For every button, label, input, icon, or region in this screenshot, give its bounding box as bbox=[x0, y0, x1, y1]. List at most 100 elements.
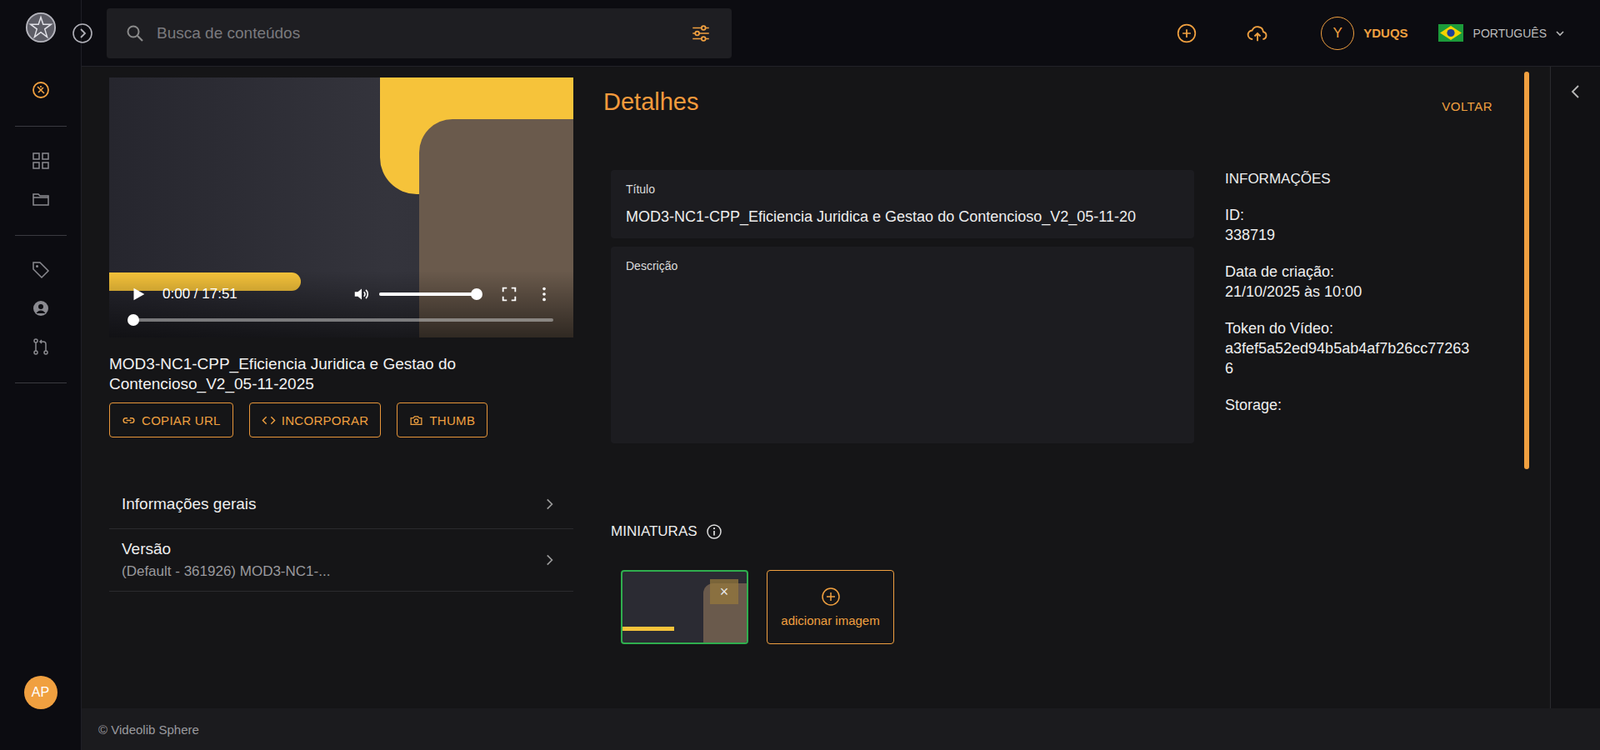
info-item: Token do Vídeo:a3fef5a52ed94b5ab4af7b26c… bbox=[1225, 318, 1475, 379]
sidebar-group bbox=[21, 141, 60, 219]
more-options-icon[interactable] bbox=[535, 285, 554, 304]
expand-icon[interactable] bbox=[71, 22, 94, 45]
field-value[interactable]: MOD3-NC1-CPP_Eficiencia Juridica e Gesta… bbox=[625, 206, 1180, 227]
chevron-right-icon[interactable] bbox=[541, 496, 557, 512]
field-label: Título bbox=[625, 181, 1180, 197]
remove-thumbnail-button[interactable]: × bbox=[710, 579, 739, 605]
details-row: Título MOD3-NC1-CPP_Eficiencia Juridica e… bbox=[610, 170, 1493, 444]
camera-icon bbox=[409, 413, 424, 428]
account-avatar[interactable]: Y bbox=[1320, 16, 1355, 50]
details-title: Detalhes bbox=[603, 86, 699, 117]
top-bar: Busca de conteúdos Y YDUQS PORTUGUÊS bbox=[81, 0, 1600, 67]
volume-icon[interactable] bbox=[352, 285, 371, 304]
dashboard-icon[interactable] bbox=[30, 150, 51, 171]
sidebar-item[interactable] bbox=[21, 327, 60, 366]
player-time: 0:00 / 17:51 bbox=[162, 285, 238, 303]
player-controls: 0:00 / 17:51 bbox=[109, 270, 574, 338]
git-branch-icon[interactable] bbox=[30, 336, 51, 357]
code-icon bbox=[261, 413, 276, 428]
logo-icon[interactable] bbox=[25, 11, 57, 44]
accordion-label[interactable]: Informações gerais bbox=[121, 494, 257, 515]
add-icon bbox=[820, 586, 841, 607]
sidebar-item[interactable] bbox=[21, 70, 60, 110]
thumbnails-title: MINIATURAS bbox=[610, 520, 698, 543]
user-icon[interactable] bbox=[30, 298, 51, 319]
controls-row: 0:00 / 17:51 bbox=[129, 283, 554, 305]
body: 0:00 / 17:51 MOD3-NC1-CPP_Eficiencia Juri… bbox=[81, 66, 1600, 709]
tag-icon[interactable] bbox=[30, 260, 51, 280]
sidebar-divider bbox=[15, 382, 67, 384]
video-player[interactable]: 0:00 / 17:51 bbox=[109, 77, 574, 338]
info-label: ID: bbox=[1225, 205, 1475, 225]
add-image-button[interactable]: adicionar imagem bbox=[766, 570, 895, 645]
info-panel: INFORMAÇÕES ID:338719 Data de criação:21/1… bbox=[1225, 170, 1475, 415]
add-circle-icon[interactable] bbox=[1175, 22, 1198, 45]
info-heading: INFORMAÇÕES bbox=[1225, 170, 1475, 189]
link-icon bbox=[121, 413, 136, 428]
action-button[interactable]: INCORPORAR bbox=[249, 402, 382, 438]
info-value: a3fef5a52ed94b5ab4af7b26cc772636 bbox=[1225, 338, 1475, 379]
footer-text: © Videolib Sphere bbox=[98, 722, 200, 737]
user-avatar[interactable]: AP bbox=[24, 675, 58, 710]
video-actions: COPIAR URL INCORPORAR THUMB bbox=[109, 402, 574, 438]
account-menu[interactable]: Y YDUQS bbox=[1320, 16, 1408, 50]
logo[interactable] bbox=[0, 0, 81, 67]
info-label: Storage: bbox=[1225, 395, 1475, 415]
main-panel: 0:00 / 17:51 MOD3-NC1-CPP_Eficiencia Juri… bbox=[81, 66, 1550, 709]
sidebar-group bbox=[21, 70, 60, 110]
text-field[interactable]: Título MOD3-NC1-CPP_Eficiencia Juridica e… bbox=[610, 170, 1195, 239]
info-label: Token do Vídeo: bbox=[1225, 318, 1475, 339]
back-button[interactable]: VOLTAR bbox=[1441, 99, 1493, 114]
details-body: Título MOD3-NC1-CPP_Eficiencia Juridica e… bbox=[603, 170, 1493, 645]
scrollbar[interactable] bbox=[1524, 71, 1530, 470]
home-icon[interactable] bbox=[30, 80, 51, 100]
filter-icon[interactable] bbox=[690, 22, 712, 45]
volume-slider[interactable] bbox=[379, 292, 477, 296]
info-icon[interactable] bbox=[705, 523, 723, 540]
search-box[interactable]: Busca de conteúdos bbox=[106, 8, 732, 59]
accordion-row[interactable]: Informações gerais bbox=[109, 480, 574, 530]
thumbnail-list: × adicionar imagem bbox=[610, 570, 1493, 645]
progress-bar[interactable] bbox=[129, 318, 554, 322]
sidebar-item[interactable] bbox=[21, 180, 60, 219]
thumbnail[interactable]: × bbox=[620, 570, 749, 645]
folder-icon[interactable] bbox=[30, 189, 51, 210]
action-button[interactable]: THUMB bbox=[396, 402, 488, 438]
details-panel: Detalhes VOLTAR Título MOD3-NC1-CPP_Eficien… bbox=[603, 77, 1505, 645]
details-header: Detalhes VOLTAR bbox=[603, 86, 1493, 117]
chevron-left-icon[interactable] bbox=[1565, 81, 1586, 102]
text-field[interactable]: Descrição bbox=[610, 246, 1195, 444]
info-value: 21/10/2025 às 10:00 bbox=[1225, 281, 1475, 302]
info-item: Storage: bbox=[1225, 395, 1475, 415]
accordion: Informações gerais Versão (Default - 36192… bbox=[109, 480, 574, 592]
sidebar-item[interactable] bbox=[21, 141, 60, 180]
accordion-value: (Default - 361926) MOD3-NC1-... bbox=[121, 562, 330, 581]
video-column: 0:00 / 17:51 MOD3-NC1-CPP_Eficiencia Juri… bbox=[109, 77, 574, 592]
accordion-label[interactable]: Versão bbox=[121, 539, 330, 560]
sidebar-divider bbox=[15, 235, 67, 236]
video-title: MOD3-NC1-CPP_Eficiencia Juridica e Gesta… bbox=[109, 354, 574, 395]
search-placeholder[interactable]: Busca de conteúdos bbox=[156, 24, 679, 43]
footer: © Videolib Sphere bbox=[81, 708, 1600, 750]
fullscreen-icon[interactable] bbox=[500, 285, 519, 304]
language-selector[interactable]: PORTUGUÊS bbox=[1438, 24, 1567, 42]
search-icon bbox=[125, 23, 145, 44]
chevron-right-icon[interactable] bbox=[541, 552, 557, 568]
sidebar-group bbox=[21, 250, 60, 366]
accordion-row[interactable]: Versão (Default - 361926) MOD3-NC1-... bbox=[109, 529, 574, 592]
collapsed-side-panel bbox=[1550, 66, 1600, 709]
sidebar-item[interactable] bbox=[21, 250, 60, 290]
info-item: ID:338719 bbox=[1225, 205, 1475, 245]
info-item: Data de criação:21/10/2025 às 10:00 bbox=[1225, 261, 1475, 302]
play-icon[interactable] bbox=[129, 285, 148, 304]
sidebar-divider bbox=[15, 125, 67, 127]
sidebar-item[interactable] bbox=[21, 289, 60, 328]
action-button[interactable]: COPIAR URL bbox=[109, 402, 234, 438]
thumbnails-section: MINIATURAS × adicionar imagem bbox=[610, 520, 1493, 645]
form-fields: Título MOD3-NC1-CPP_Eficiencia Juridica e… bbox=[610, 170, 1195, 444]
thumbnail-accent bbox=[622, 626, 675, 631]
language-label[interactable]: PORTUGUÊS bbox=[1473, 26, 1547, 40]
account-name[interactable]: YDUQS bbox=[1363, 25, 1408, 40]
cloud-upload-icon[interactable] bbox=[1245, 21, 1270, 45]
info-value: 338719 bbox=[1225, 225, 1475, 245]
